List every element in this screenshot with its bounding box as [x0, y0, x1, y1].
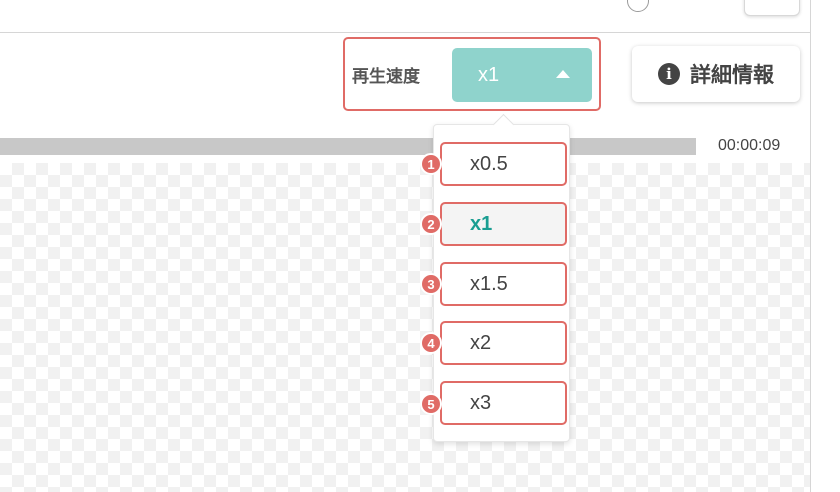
- speed-option-3[interactable]: x3: [440, 381, 567, 425]
- side-panel-edge: [810, 0, 840, 492]
- speed-option-label: x1.5: [470, 272, 508, 295]
- caret-up-icon: [556, 70, 570, 78]
- step-badge-4: 4: [420, 332, 442, 354]
- step-badge-5: 5: [420, 393, 442, 415]
- step-badge-1: 1: [420, 153, 442, 175]
- speed-option-1[interactable]: x1: [440, 202, 567, 246]
- preview-canvas: [0, 163, 810, 492]
- top-panel: [0, 0, 810, 33]
- speed-select-value: x1: [478, 63, 500, 86]
- speed-select[interactable]: x1: [452, 48, 592, 102]
- speed-option-0-5[interactable]: x0.5: [440, 142, 567, 186]
- progress-bar[interactable]: [0, 138, 696, 155]
- speed-label: 再生速度: [352, 67, 420, 86]
- speed-option-label: x2: [470, 331, 492, 354]
- speed-option-label: x0.5: [470, 152, 508, 175]
- playback-time: 00:00:09: [718, 137, 781, 154]
- speed-option-2[interactable]: x2: [440, 321, 567, 365]
- info-circle-icon: i: [658, 63, 680, 85]
- step-badge-3: 3: [420, 273, 442, 295]
- speed-option-label: x3: [470, 391, 492, 414]
- speed-option-label: x1: [470, 212, 493, 235]
- step-badge-2: 2: [420, 213, 442, 235]
- detail-info-button[interactable]: i 詳細情報: [632, 46, 800, 102]
- detail-info-label: 詳細情報: [690, 64, 774, 87]
- speed-option-1-5[interactable]: x1.5: [440, 262, 567, 306]
- top-action-button[interactable]: [744, 0, 800, 16]
- help-icon[interactable]: [627, 0, 649, 12]
